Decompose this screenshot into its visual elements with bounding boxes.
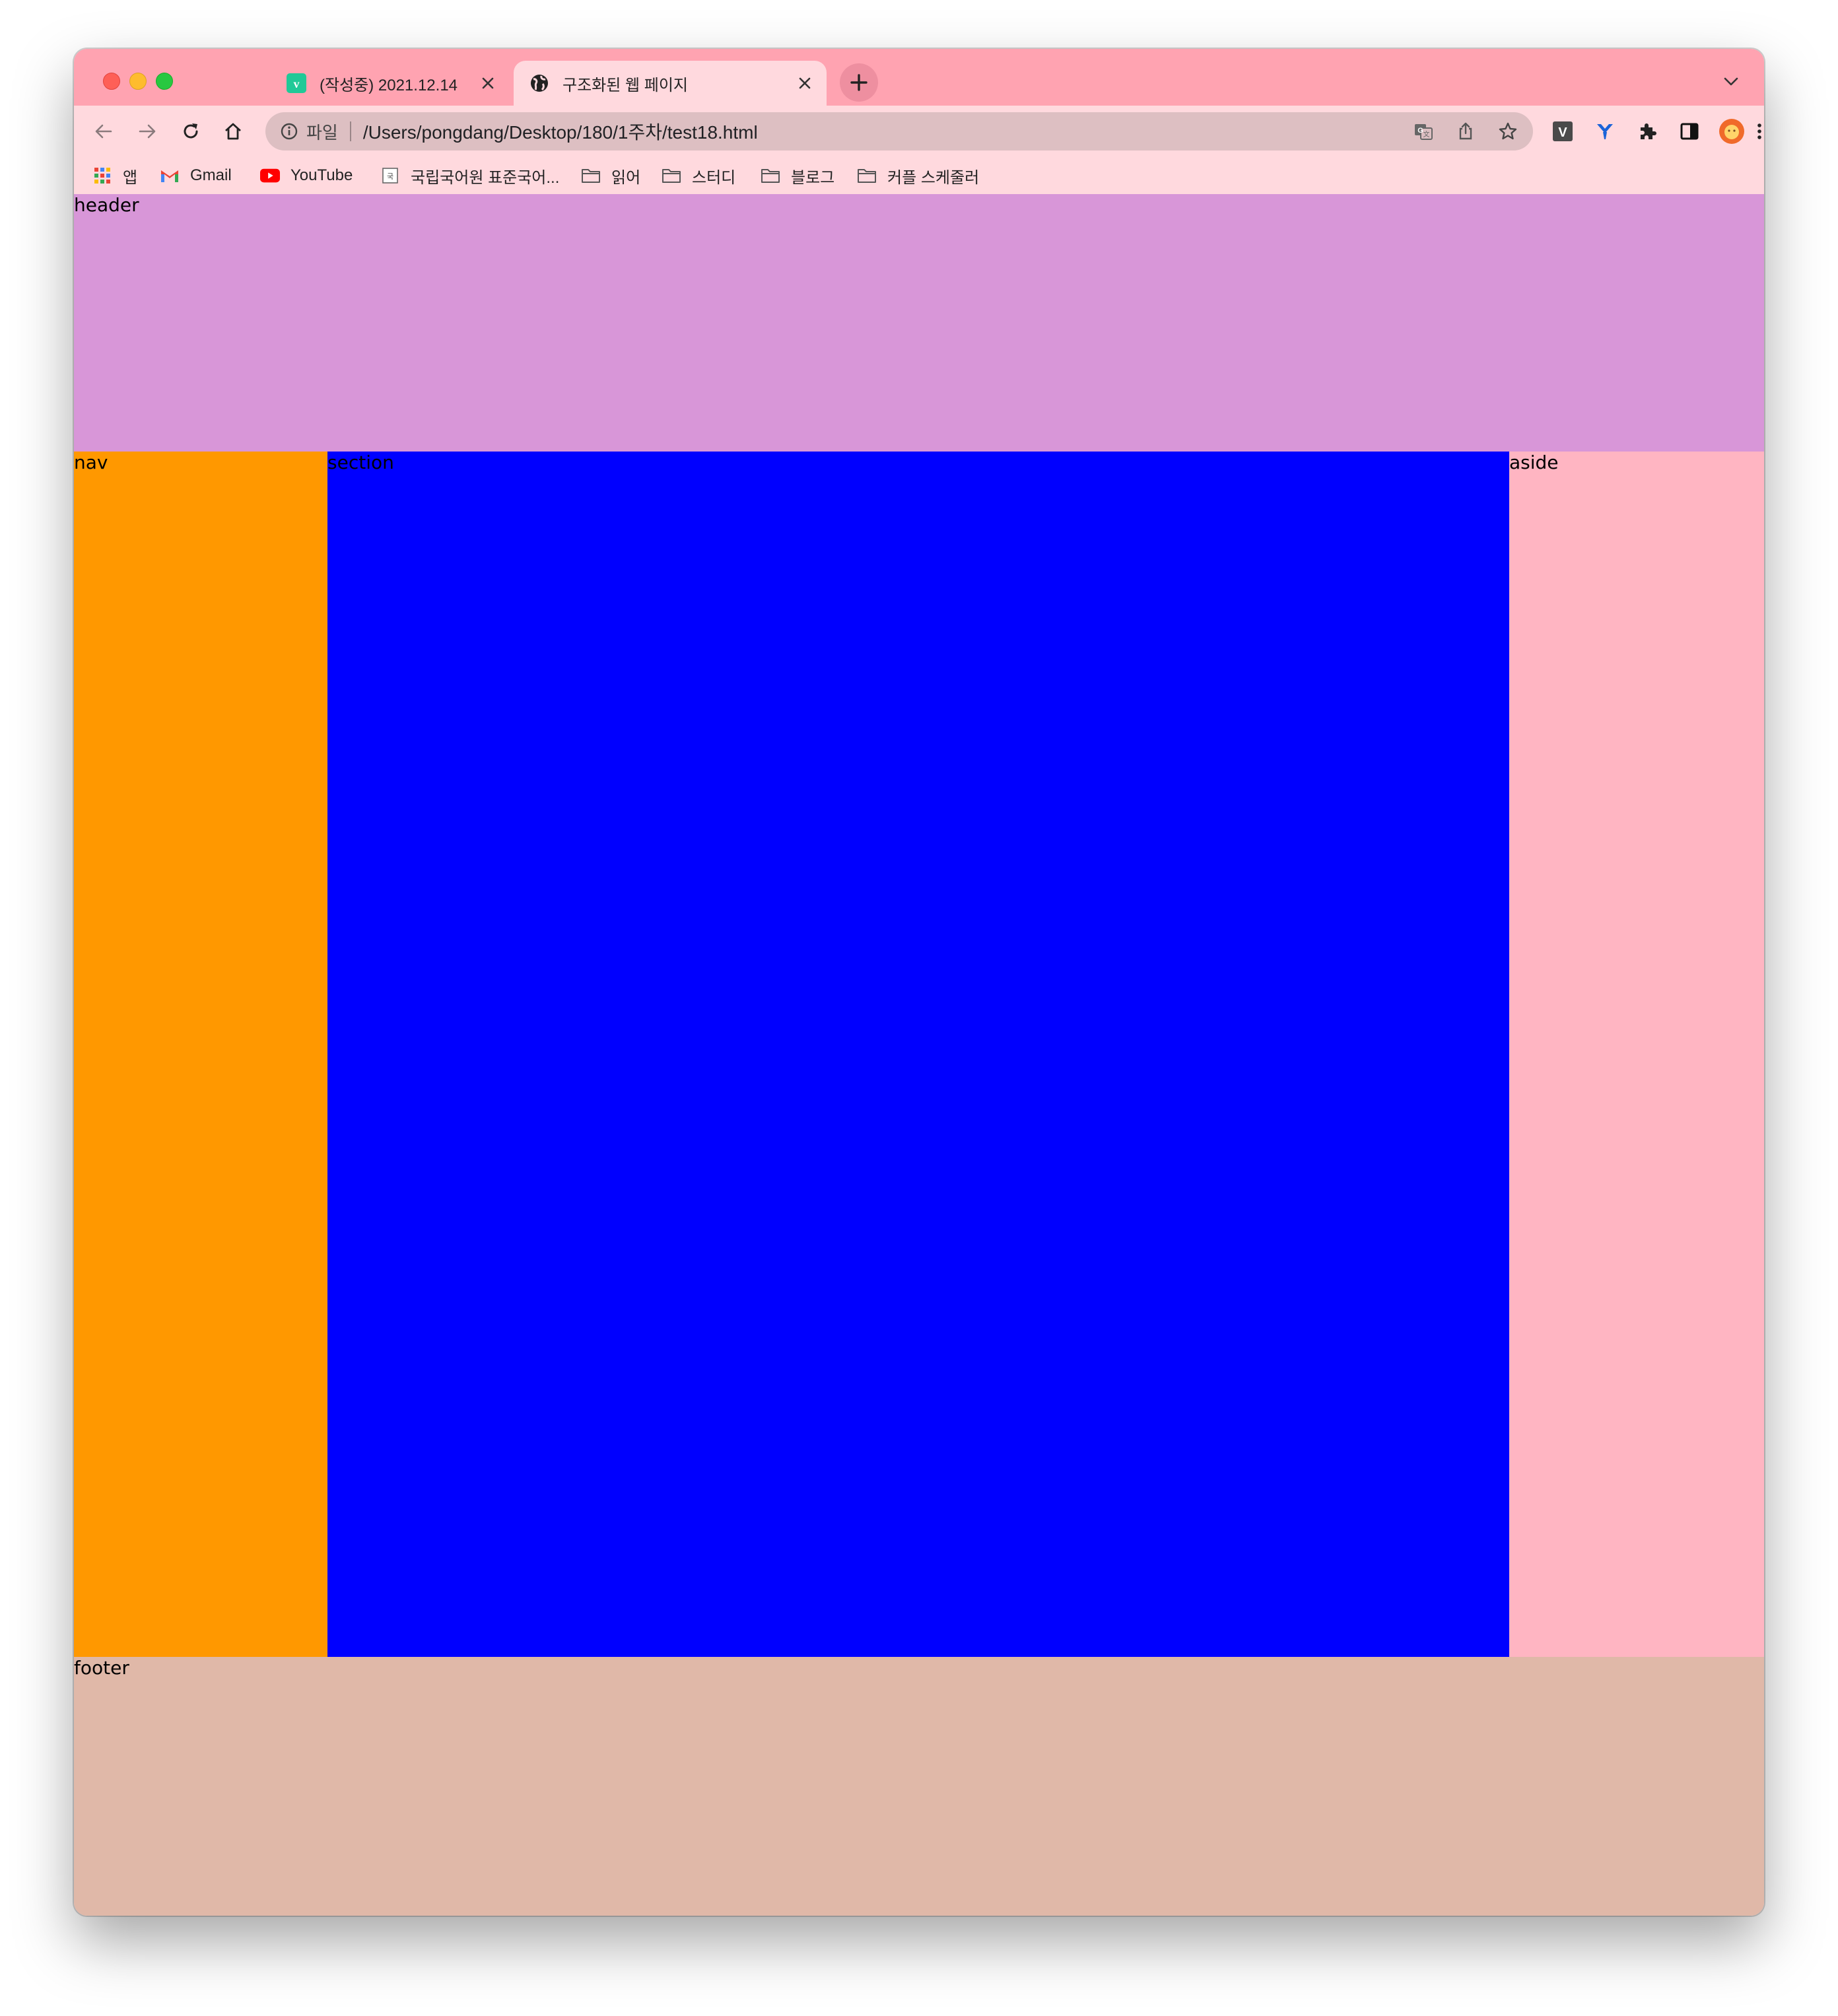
new-tab-button[interactable] <box>840 63 878 102</box>
folder-icon <box>581 166 601 185</box>
tab-search-button[interactable] <box>1718 69 1744 95</box>
translate-icon[interactable]: G文 <box>1413 121 1434 142</box>
close-tab-icon[interactable] <box>478 73 498 93</box>
svg-text:G: G <box>1417 127 1423 135</box>
bookmark-folder-blog[interactable]: 블로그 <box>761 164 834 187</box>
page-header: header <box>74 194 1764 452</box>
scheme-label: 파일 <box>306 122 338 143</box>
svg-text:국: 국 <box>387 172 393 181</box>
bookmark-dictionary[interactable]: 국 국립국어원 표준국어... <box>380 164 559 187</box>
close-tab-icon[interactable] <box>795 73 815 93</box>
bookmark-label: 국립국어원 표준국어... <box>411 168 560 187</box>
footer-label: footer <box>74 1657 129 1679</box>
apps-grid-icon <box>92 166 112 185</box>
home-button[interactable] <box>217 115 250 148</box>
bookmark-label: 스터디 <box>692 168 736 187</box>
tab-title: (작성중) 2021.12.14 <box>320 76 458 94</box>
zoom-window-button[interactable] <box>156 73 173 90</box>
svg-text:v: v <box>294 77 300 90</box>
page-footer: footer <box>74 1657 1764 1916</box>
bookmark-apps[interactable]: 앱 <box>92 164 137 187</box>
url-text[interactable]: /Users/pongdang/Desktop/180/1주차/test18.h… <box>363 118 758 145</box>
vimeo-extension-icon[interactable]: V <box>1546 115 1579 148</box>
browser-window: v (작성중) 2021.12.14 구조화된 웹 페이지 파일 /Users/… <box>74 49 1764 1916</box>
address-bar[interactable]: 파일 /Users/pongdang/Desktop/180/1주차/test1… <box>265 112 1533 151</box>
page-section: section <box>327 452 1509 1657</box>
globe-icon <box>529 73 549 93</box>
dictionary-icon: 국 <box>380 166 400 185</box>
tab-active-page[interactable]: 구조화된 웹 페이지 <box>514 61 827 106</box>
nav-label: nav <box>74 452 108 473</box>
reload-button[interactable] <box>174 115 207 148</box>
bookmark-star-icon[interactable] <box>1497 121 1518 142</box>
section-label: section <box>327 452 394 473</box>
bookmark-label: YouTube <box>290 166 353 184</box>
bookmark-folder-read[interactable]: 읽어 <box>581 164 640 187</box>
bookmark-label: 앱 <box>123 168 138 187</box>
side-panel-icon[interactable] <box>1673 115 1706 148</box>
close-window-button[interactable] <box>103 73 120 90</box>
toolbar: 파일 /Users/pongdang/Desktop/180/1주차/test1… <box>74 106 1764 157</box>
tab-title: 구조화된 웹 페이지 <box>562 76 688 94</box>
bookmark-gmail[interactable]: Gmail <box>160 164 232 187</box>
bookmark-folder-study[interactable]: 스터디 <box>662 164 735 187</box>
folder-icon <box>857 166 877 185</box>
svg-text:文: 文 <box>1423 130 1430 139</box>
header-label: header <box>74 194 139 216</box>
youtube-icon <box>260 166 280 185</box>
folder-icon <box>662 166 681 185</box>
bookmark-label: 읽어 <box>611 168 641 187</box>
aside-label: aside <box>1509 452 1559 473</box>
site-info-icon[interactable] <box>279 121 300 142</box>
bookmark-label: Gmail <box>190 166 232 184</box>
bookmark-youtube[interactable]: YouTube <box>260 164 353 187</box>
browser-menu-icon[interactable] <box>1750 115 1764 148</box>
bookmark-folder-couple-scheduler[interactable]: 커플 스케줄러 <box>857 164 979 187</box>
velog-icon: v <box>287 73 306 93</box>
bookmarks-bar: 앱 Gmail YouTube 국 국립국어원 표준국어... 읽어 스터디 블… <box>74 157 1764 194</box>
svg-text:V: V <box>1558 125 1567 140</box>
profile-avatar[interactable] <box>1715 115 1748 148</box>
bookmark-label: 블로그 <box>791 168 835 187</box>
y-extension-icon[interactable] <box>1588 115 1621 148</box>
page-nav: nav <box>74 452 327 1657</box>
tab-velog[interactable]: v (작성중) 2021.12.14 <box>199 61 510 106</box>
bookmark-label: 커플 스케줄러 <box>887 168 980 187</box>
forward-button[interactable] <box>131 115 164 148</box>
web-page-content: header nav section aside footer <box>74 194 1764 1916</box>
divider <box>349 121 351 141</box>
folder-icon <box>761 166 780 185</box>
gmail-icon <box>160 166 180 185</box>
minimize-window-button[interactable] <box>129 73 147 90</box>
page-aside: aside <box>1509 452 1764 1657</box>
share-icon[interactable] <box>1455 121 1476 142</box>
extensions-puzzle-icon[interactable] <box>1631 115 1664 148</box>
back-button[interactable] <box>87 115 120 148</box>
tab-strip: v (작성중) 2021.12.14 구조화된 웹 페이지 <box>74 49 1764 106</box>
